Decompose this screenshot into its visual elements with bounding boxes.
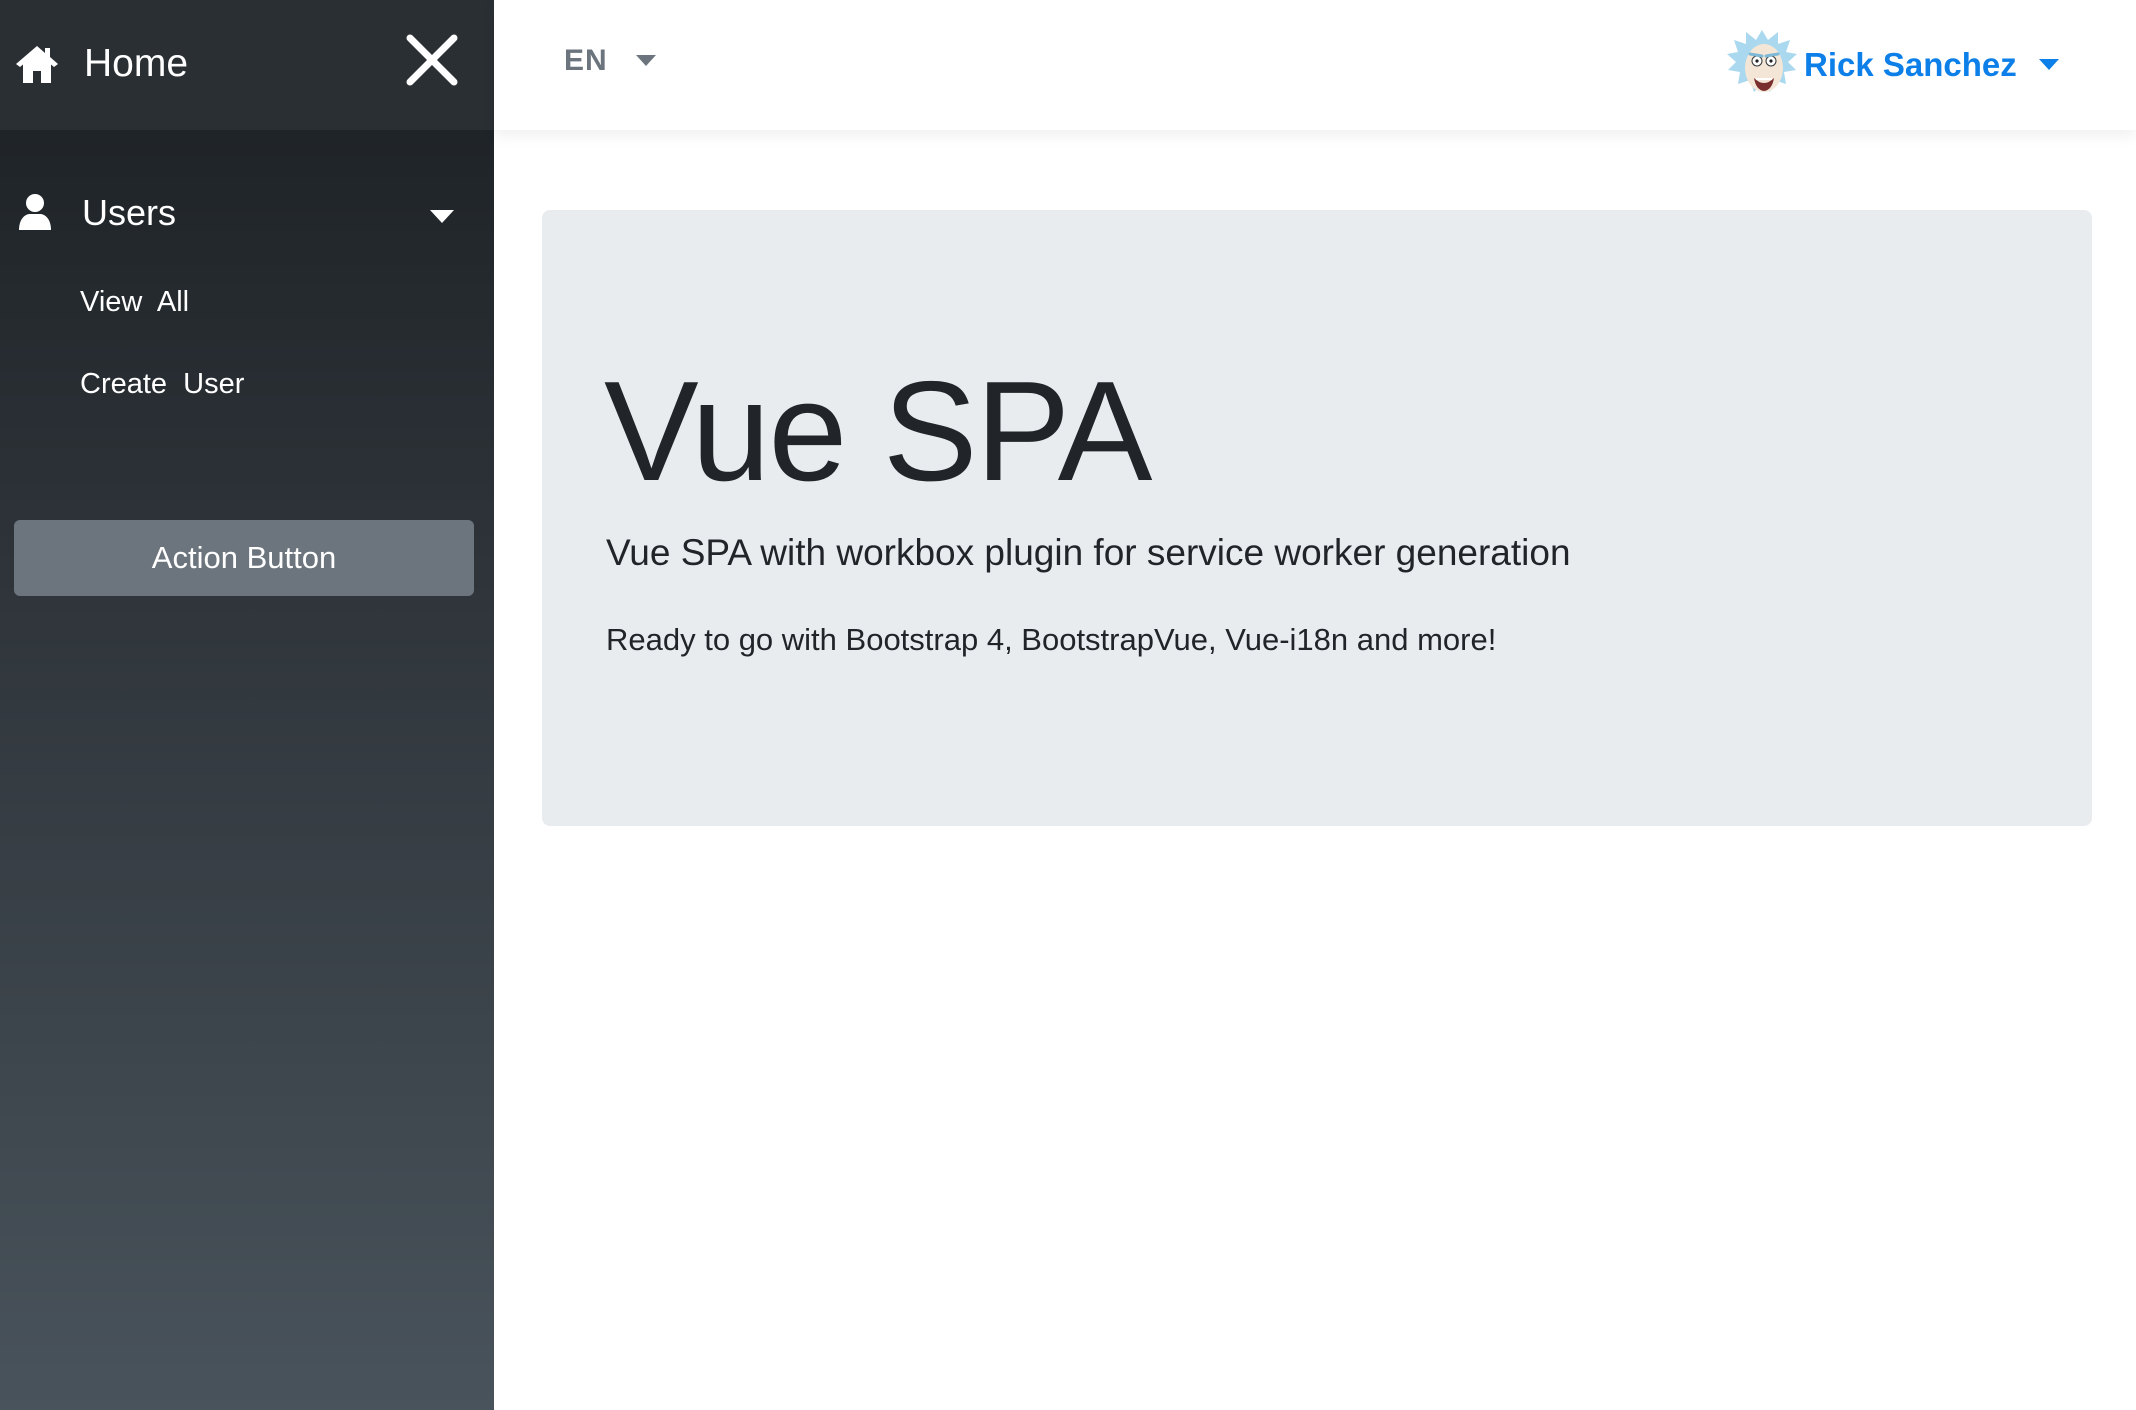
sidebar-header: Home xyxy=(0,0,494,130)
close-sidebar-button[interactable] xyxy=(404,32,460,88)
chevron-down-icon xyxy=(430,210,454,223)
app-root: Home Users View All Create User Action B… xyxy=(0,0,2136,1410)
home-label: Home xyxy=(84,42,189,85)
user-menu-dropdown[interactable]: Rick Sanchez xyxy=(1726,28,2059,102)
page-title: Vue SPA xyxy=(604,352,1152,511)
description-text: Ready to go with Bootstrap 4, BootstrapV… xyxy=(606,622,1497,657)
user-icon xyxy=(19,194,51,230)
avatar xyxy=(1727,30,1797,92)
chevron-down-icon xyxy=(2038,59,2059,70)
language-label: EN xyxy=(564,44,608,77)
language-dropdown[interactable]: EN xyxy=(564,44,656,78)
sidebar: Home Users View All Create User Action B… xyxy=(0,0,494,1410)
sidebar-item-view-all[interactable]: View All xyxy=(80,286,189,319)
sidebar-item-create-user[interactable]: Create User xyxy=(80,368,244,401)
chevron-down-icon xyxy=(635,55,656,66)
user-name: Rick Sanchez xyxy=(1804,46,2017,83)
topbar: EN Rick Sanchez xyxy=(494,0,2136,130)
sidebar-item-users[interactable]: Users xyxy=(0,180,494,250)
action-button[interactable]: Action Button xyxy=(14,520,474,596)
home-link[interactable]: Home xyxy=(14,38,188,90)
close-icon xyxy=(406,34,458,86)
home-icon xyxy=(14,43,60,85)
sidebar-item-users-label: Users xyxy=(82,192,177,233)
jumbotron: Vue SPA Vue SPA with workbox plugin for … xyxy=(542,210,2092,826)
lead-text: Vue SPA with workbox plugin for service … xyxy=(606,532,1571,573)
